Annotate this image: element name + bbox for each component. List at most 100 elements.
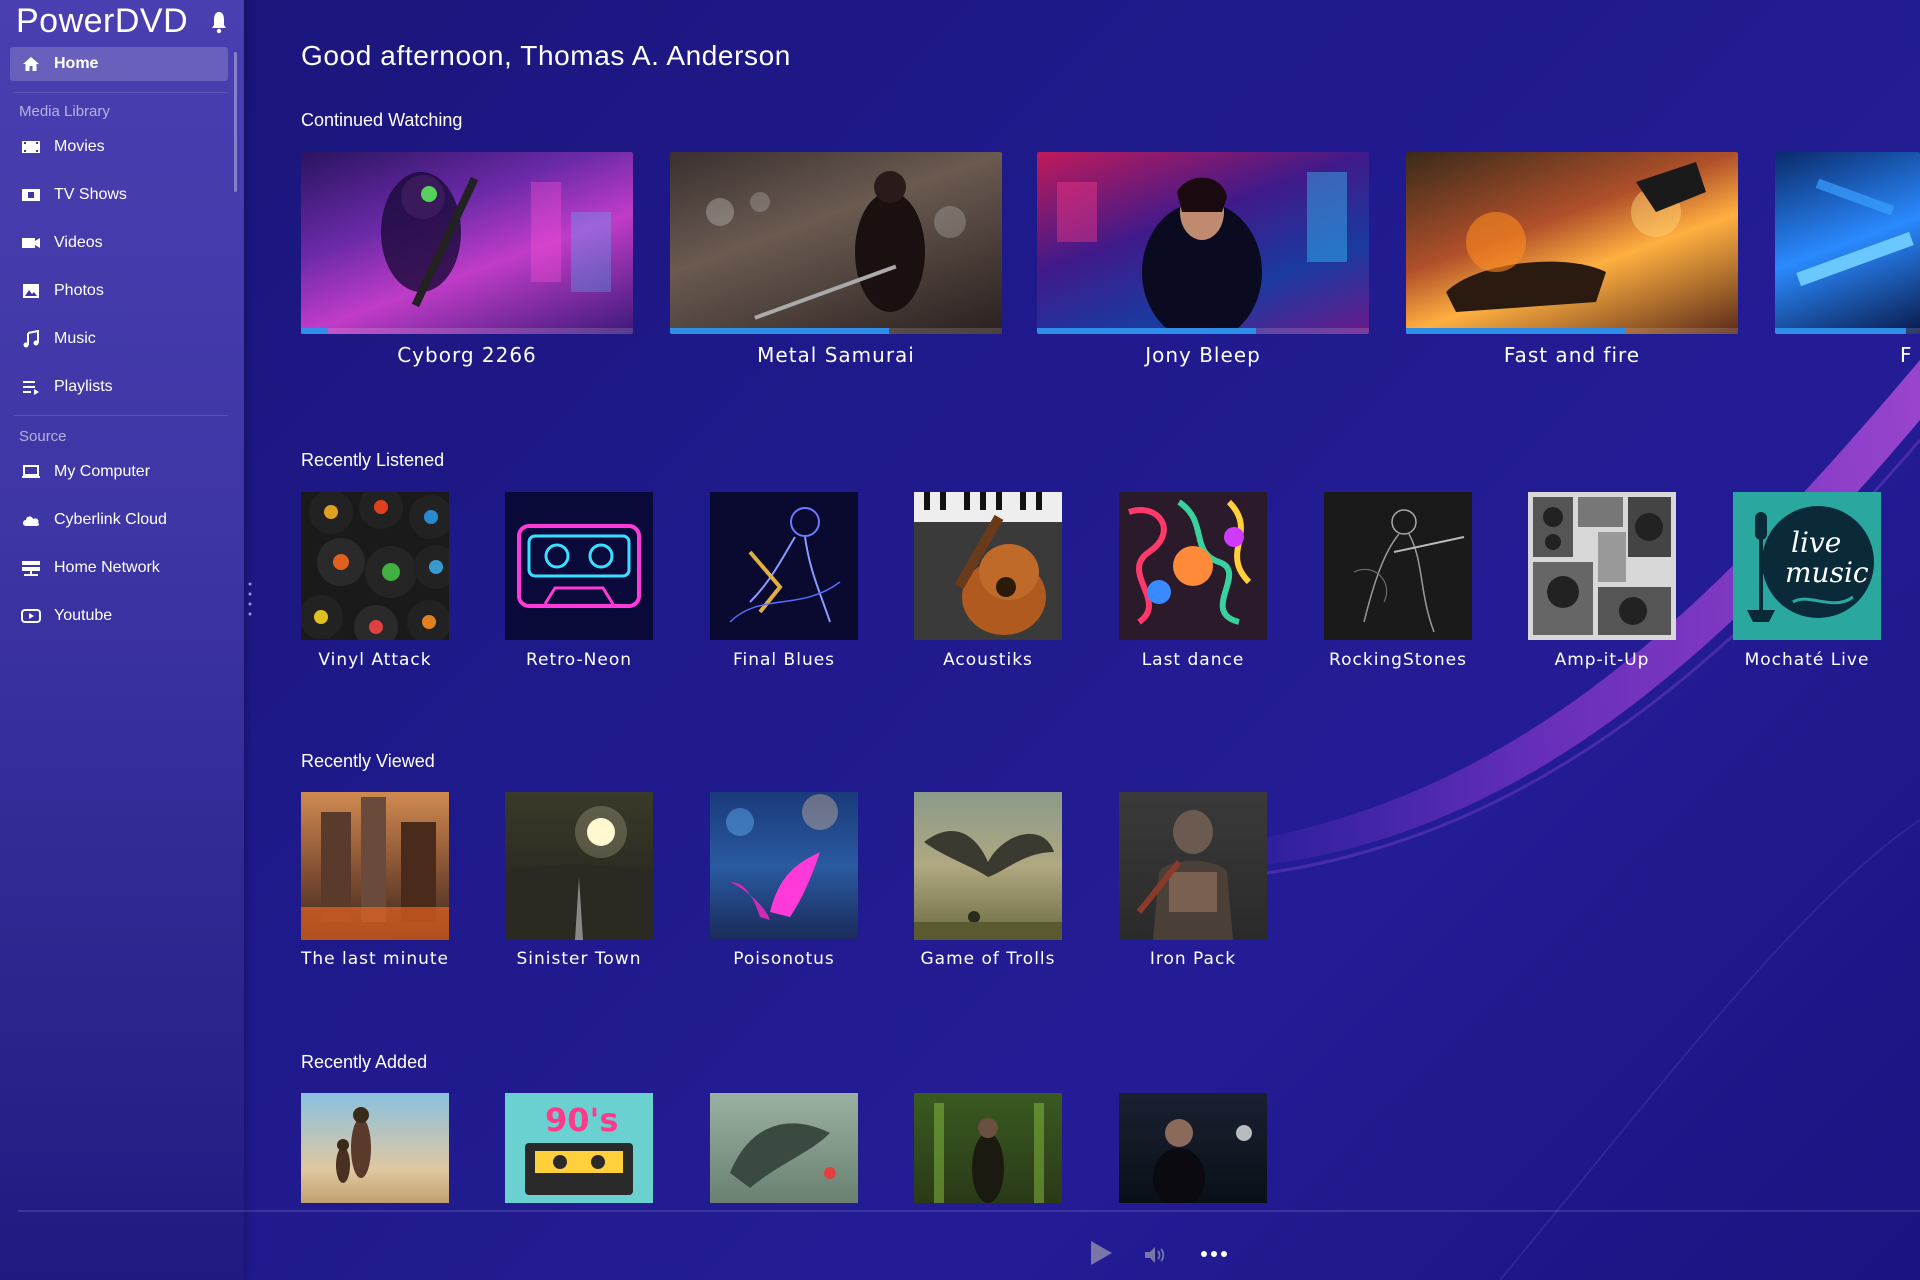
recently-added-card[interactable]	[710, 1093, 858, 1203]
photo-title[interactable]: Poisonotus	[694, 949, 874, 969]
divider	[14, 92, 228, 93]
album-title[interactable]: Acoustiks	[898, 650, 1078, 670]
recently-added-card[interactable]	[301, 1093, 449, 1203]
cloud-icon	[20, 509, 42, 531]
bell-icon[interactable]	[210, 10, 228, 34]
photo-thumbnail	[726, 794, 838, 920]
photo-card[interactable]	[1119, 792, 1267, 940]
movie-thumbnail	[381, 172, 611, 308]
album-title[interactable]: Last dance	[1103, 650, 1283, 670]
sidebar-scrollbar[interactable]	[234, 52, 237, 192]
continued-watching-card[interactable]	[670, 152, 1002, 334]
album-card[interactable]	[1324, 492, 1472, 640]
movie-title[interactable]: Metal Samurai	[670, 343, 1002, 367]
progress-bar	[1406, 328, 1738, 334]
sidebar-item-cyberlink-cloud[interactable]: Cyberlink Cloud	[10, 503, 228, 537]
album-card[interactable]	[710, 492, 858, 640]
album-art	[1128, 499, 1252, 625]
recently-viewed-heading: Recently Viewed	[301, 751, 435, 771]
recently-added-card[interactable]	[1119, 1093, 1267, 1203]
album-card[interactable]	[505, 492, 653, 640]
film-icon	[20, 136, 42, 158]
album-card[interactable]	[1119, 492, 1267, 640]
sidebar-item-label: Photos	[54, 282, 104, 299]
album-art	[914, 492, 1062, 635]
album-title[interactable]: RockingStones	[1308, 650, 1488, 670]
photo-title[interactable]: Sinister Town	[489, 949, 669, 969]
continued-watching-card[interactable]	[1775, 152, 1920, 334]
movie-title[interactable]: F	[1900, 343, 1920, 367]
sidebar-item-photos[interactable]: Photos	[10, 274, 228, 308]
progress-fill	[1037, 328, 1257, 334]
sidebar-item-movies[interactable]: Movies	[10, 130, 228, 164]
sidebar-item-videos[interactable]: Videos	[10, 226, 228, 260]
movie-title[interactable]: Fast and fire	[1406, 343, 1738, 367]
photo-thumbnail	[914, 831, 1062, 940]
photo-card[interactable]	[710, 792, 858, 940]
album-title[interactable]: Amp-it-Up	[1512, 650, 1692, 670]
more-button[interactable]	[1198, 1242, 1230, 1266]
video-camera-icon	[20, 232, 42, 254]
sidebar-item-label: Playlists	[54, 378, 113, 395]
playlist-icon	[20, 376, 42, 398]
album-card[interactable]: live music	[1733, 492, 1881, 640]
movie-thumbnail	[706, 171, 966, 320]
laptop-icon	[20, 461, 42, 483]
recently-added-card[interactable]	[914, 1093, 1062, 1203]
recently-added-heading: Recently Added	[301, 1052, 428, 1072]
continued-watching-card[interactable]	[301, 152, 633, 334]
play-button[interactable]	[1086, 1238, 1116, 1268]
movie-title[interactable]: Cyborg 2266	[301, 343, 633, 367]
recently-added-card[interactable]: 90's	[505, 1093, 653, 1203]
photo-icon	[20, 280, 42, 302]
photo-title[interactable]: Iron Pack	[1103, 949, 1283, 969]
sidebar-item-label: TV Shows	[54, 186, 127, 203]
album-title[interactable]: Retro-Neon	[489, 650, 669, 670]
continued-watching-card[interactable]	[1406, 152, 1738, 334]
sidebar-item-my-computer[interactable]: My Computer	[10, 455, 228, 489]
photo-card[interactable]	[301, 792, 449, 940]
progress-fill	[1406, 328, 1626, 334]
thumbnail	[336, 1107, 371, 1183]
more-icon	[1201, 1251, 1227, 1257]
sidebar-item-home[interactable]: Home	[10, 47, 228, 81]
album-art-text: live	[1791, 526, 1841, 559]
album-title[interactable]: Final Blues	[694, 650, 874, 670]
progress-bar	[1037, 328, 1369, 334]
sidebar-item-home-network[interactable]: Home Network	[10, 551, 228, 585]
album-art	[1533, 497, 1671, 635]
album-title[interactable]: Vinyl Attack	[285, 650, 465, 670]
volume-button[interactable]	[1142, 1242, 1168, 1268]
source-heading: Source	[19, 428, 67, 445]
sidebar-item-label: Home	[54, 55, 99, 72]
media-library-heading: Media Library	[19, 103, 110, 120]
sidebar-item-tv-shows[interactable]: TV Shows	[10, 178, 228, 212]
album-art: live music	[1747, 506, 1874, 622]
photo-card[interactable]	[505, 792, 653, 940]
sidebar: PowerDVD Home Media Library Movies TV Sh…	[0, 0, 244, 1280]
sidebar-item-label: Cyberlink Cloud	[54, 511, 167, 528]
progress-fill	[1775, 328, 1906, 334]
greeting: Good afternoon, Thomas A. Anderson	[301, 40, 791, 71]
album-card[interactable]	[1528, 492, 1676, 640]
sidebar-item-music[interactable]: Music	[10, 322, 228, 356]
thumbnail-text: 90's	[545, 1101, 618, 1139]
youtube-icon	[20, 605, 42, 627]
volume-icon	[1145, 1247, 1165, 1263]
music-note-icon	[20, 328, 42, 350]
album-title[interactable]: Mochaté Live	[1717, 650, 1897, 670]
continued-watching-card[interactable]	[1037, 152, 1369, 334]
album-card[interactable]	[914, 492, 1062, 640]
movie-title[interactable]: Jony Bleep	[1037, 343, 1369, 367]
sidebar-item-playlists[interactable]: Playlists	[10, 370, 228, 404]
photo-card[interactable]	[914, 792, 1062, 940]
movie-thumbnail	[1057, 172, 1347, 334]
tv-icon	[20, 184, 42, 206]
thumbnail	[1153, 1119, 1252, 1203]
album-card[interactable]	[301, 492, 449, 640]
photo-title[interactable]: Game of Trolls	[898, 949, 1078, 969]
sidebar-resize-handle[interactable]	[248, 580, 252, 620]
thumbnail	[934, 1103, 1044, 1203]
sidebar-item-youtube[interactable]: Youtube	[10, 599, 228, 633]
photo-title[interactable]: The last minute	[285, 949, 465, 969]
